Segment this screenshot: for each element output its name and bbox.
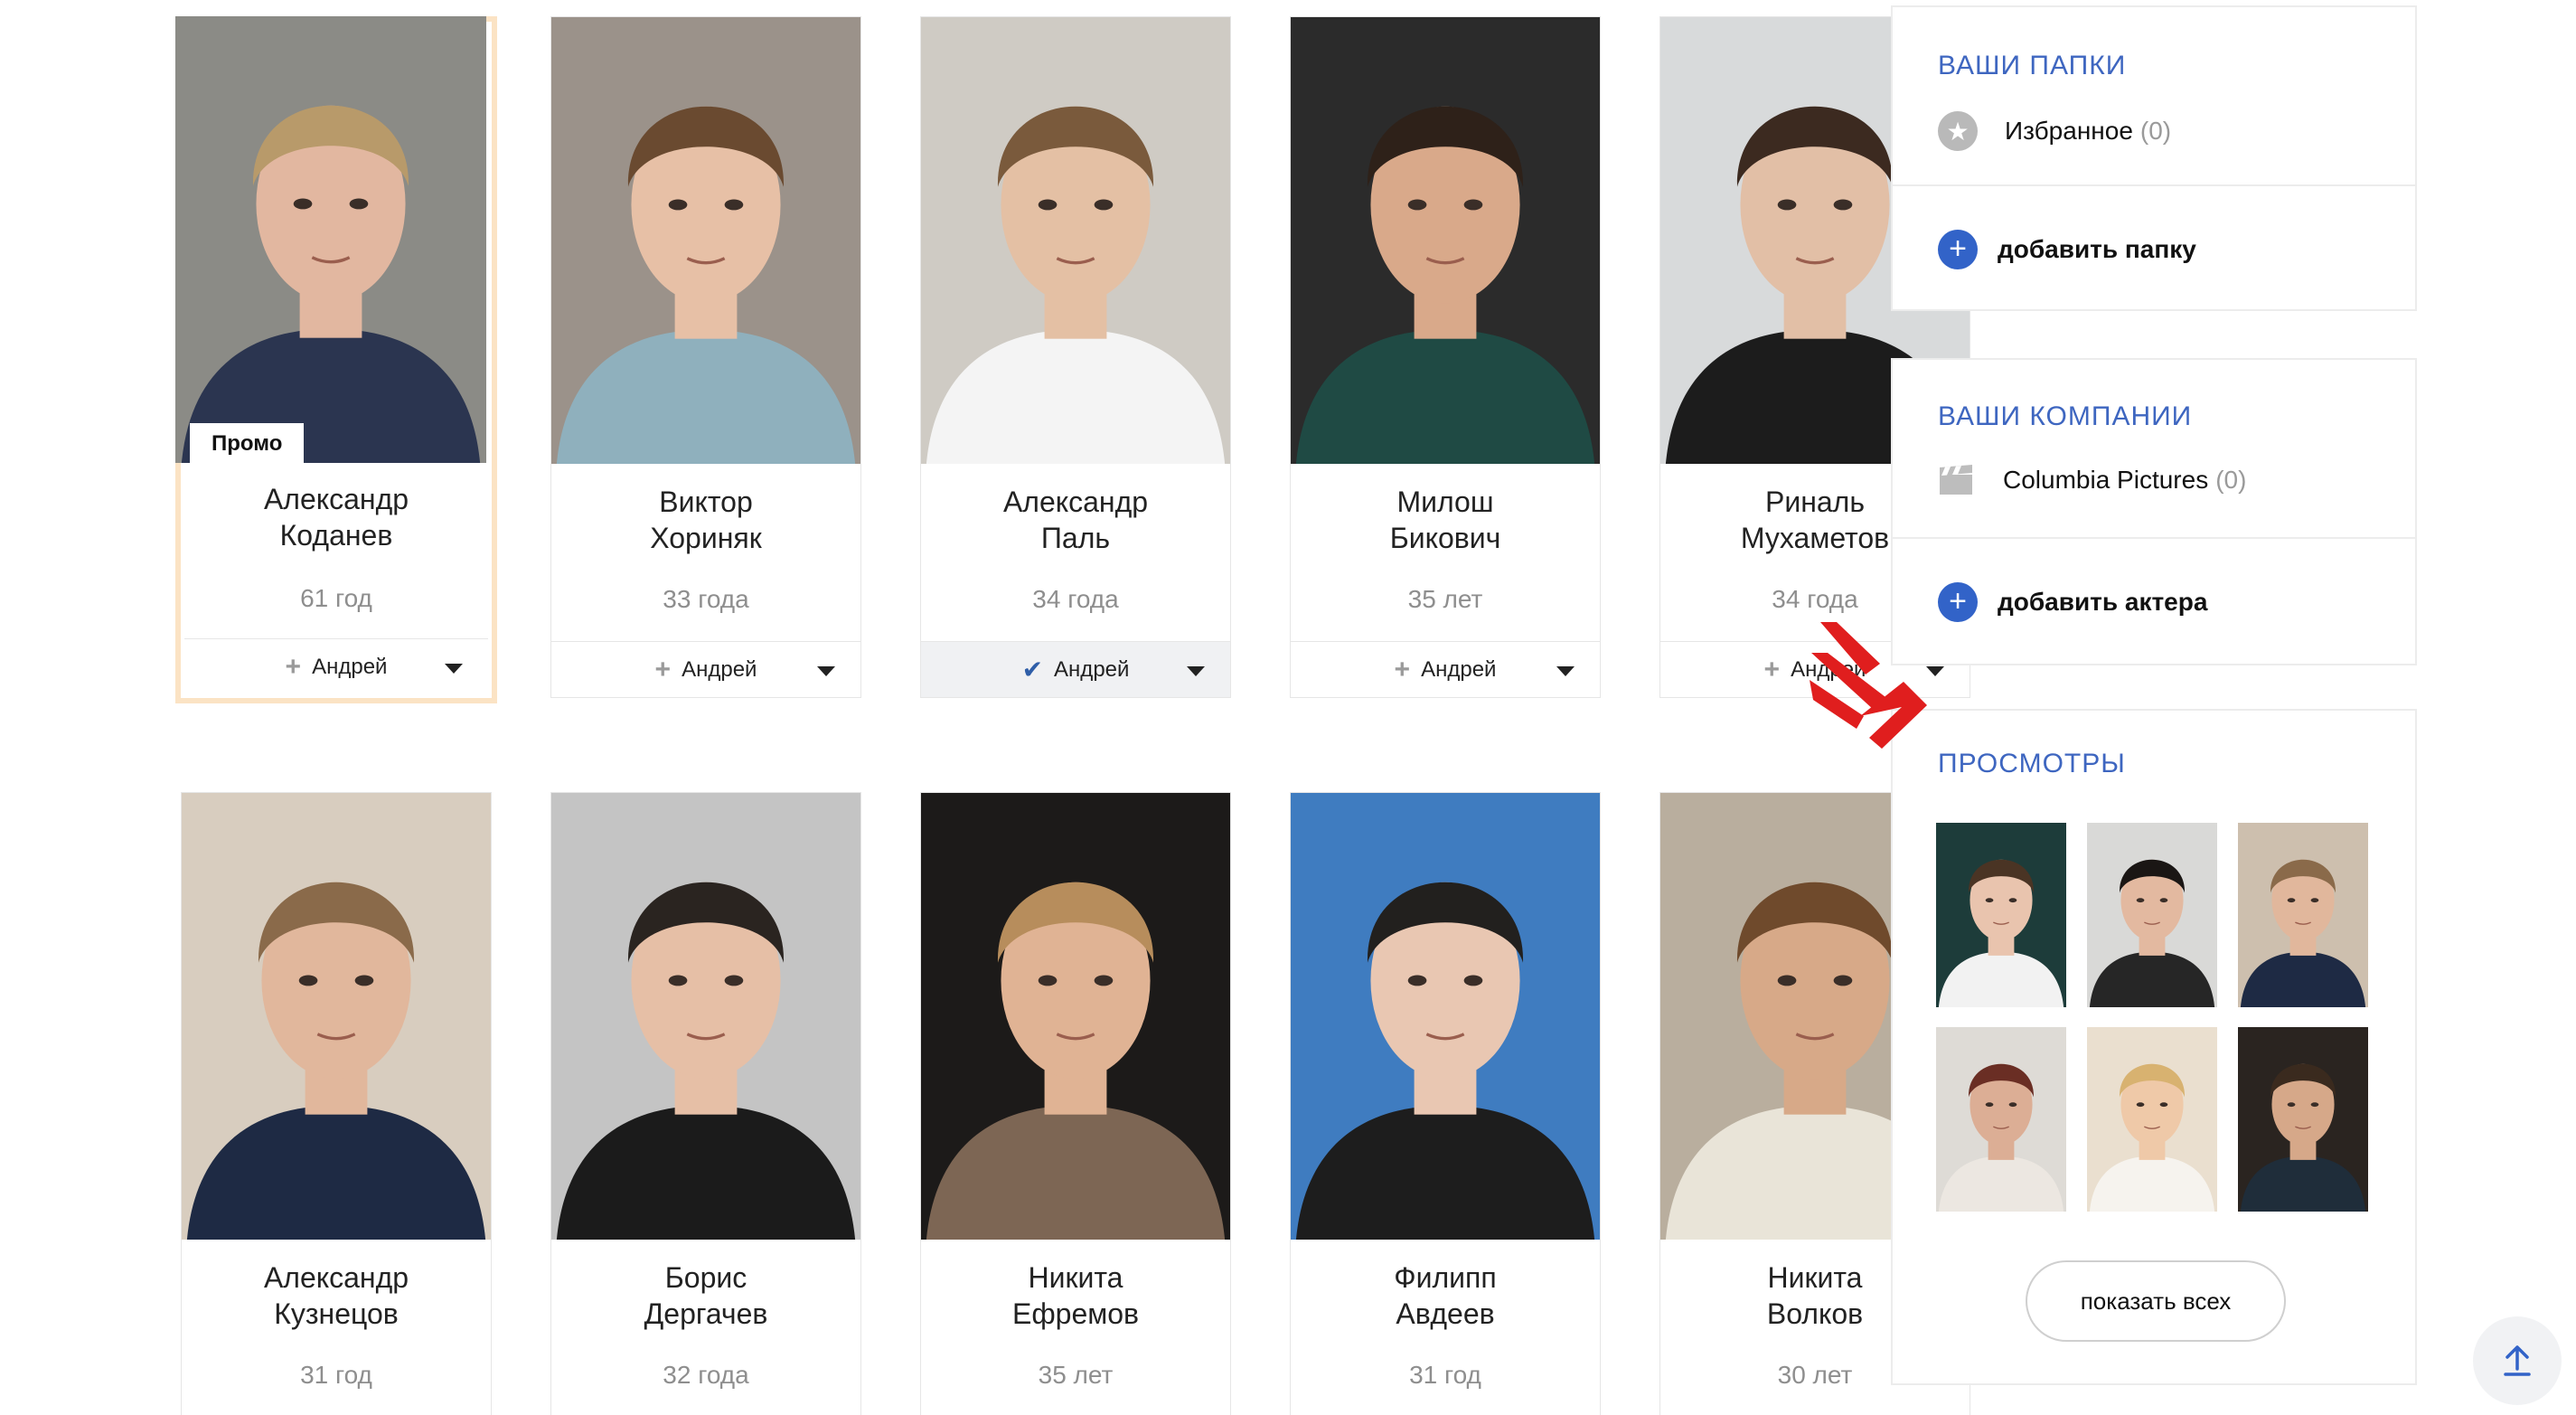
plus-icon: +	[1938, 582, 1978, 622]
viewed-actor-thumbnail[interactable]	[1936, 1027, 2066, 1212]
actor-first-name: Виктор	[659, 486, 753, 518]
favorites-folder[interactable]: ★ Избранное (0)	[1938, 111, 2171, 151]
actor-first-name: Борис	[664, 1261, 747, 1294]
actor-photo[interactable]	[551, 17, 860, 464]
company-label: Columbia Pictures	[2003, 466, 2209, 494]
plus-icon: +	[1938, 230, 1978, 269]
actor-last-name: Бикович	[1389, 522, 1501, 554]
companies-title: ВАШИ КОМПАНИИ	[1938, 401, 2193, 431]
caret-down-icon[interactable]	[1187, 666, 1205, 676]
favorites-count: (0)	[2139, 117, 2172, 145]
add-folder-label: добавить папку	[1998, 235, 2196, 263]
actor-photo[interactable]	[1291, 17, 1600, 464]
agent-assigned-dropdown[interactable]: ✔ Андрей	[921, 641, 1230, 697]
add-actor-button[interactable]: + добавить актера	[1938, 582, 2207, 622]
companies-panel: ВАШИ КОМПАНИИ Columbia Pictures (0) + до…	[1891, 358, 2417, 665]
actor-card[interactable]: Александр Паль 34 года ✔ Андрей	[920, 16, 1231, 698]
add-actor-label: добавить актера	[1998, 588, 2208, 616]
folders-title: ВАШИ ПАПКИ	[1938, 51, 2127, 80]
add-folder-button[interactable]: + добавить папку	[1938, 230, 2196, 269]
actor-card[interactable]: ФилиппАвдеев31 год+Андрей	[1290, 792, 1601, 1415]
actor-age: 32 года	[663, 1361, 749, 1389]
plus-icon: +	[1763, 654, 1781, 684]
actor-card[interactable]: НикитаЕфремов35 лет+Андрей	[920, 792, 1231, 1415]
actor-name[interactable]: Александр Кузнецов	[182, 1259, 491, 1332]
viewed-actor-thumbnail[interactable]	[2238, 823, 2368, 1007]
actor-card[interactable]: Милош Бикович 35 лет + Андрей	[1290, 16, 1601, 698]
divider	[1893, 537, 2415, 539]
actor-age: 35 лет	[1038, 1361, 1114, 1389]
actor-photo[interactable]	[182, 793, 491, 1240]
actor-age: 34 года	[1032, 585, 1119, 613]
caret-down-icon[interactable]	[817, 666, 835, 676]
agent-label: Андрей	[1421, 656, 1497, 682]
actor-name[interactable]: Милош Бикович	[1291, 484, 1600, 556]
check-icon: ✔	[1021, 655, 1044, 684]
add-to-agent-dropdown[interactable]: + Андрей	[1291, 641, 1600, 697]
actor-name[interactable]: Виктор Хориняк	[551, 484, 860, 556]
actor-card[interactable]: Промо Александр Коданев 61 год + Андрей	[175, 16, 497, 703]
scroll-to-top-button[interactable]	[2473, 1316, 2562, 1405]
agent-label: Андрей	[682, 656, 757, 682]
actor-age: 61 год	[300, 584, 372, 612]
actor-name[interactable]: Александр Коданев	[181, 481, 492, 553]
actor-first-name: Александр	[1002, 486, 1149, 518]
actor-age: 31 год	[300, 1361, 372, 1389]
agent-label: Андрей	[1054, 656, 1130, 682]
actor-first-name: Филипп	[1394, 1261, 1497, 1294]
actor-last-name: Кузнецов	[274, 1297, 399, 1330]
clapperboard-icon	[1938, 465, 1974, 495]
actor-last-name: Авдеев	[1396, 1297, 1495, 1330]
actor-age: 35 лет	[1407, 585, 1483, 613]
actor-last-name: Коданев	[279, 519, 393, 552]
actor-age: 33 года	[663, 585, 749, 613]
actor-first-name: Милош	[1396, 486, 1494, 518]
plus-icon: +	[654, 654, 672, 684]
favorites-label: Избранное	[2005, 117, 2133, 145]
show-all-button[interactable]: показать всех	[2026, 1260, 2286, 1342]
arrow-up-icon	[2504, 1345, 2531, 1376]
plus-icon: +	[285, 651, 302, 682]
actor-last-name: Ефремов	[1011, 1297, 1140, 1330]
caret-down-icon[interactable]	[1556, 666, 1575, 676]
actor-photo[interactable]	[175, 16, 486, 463]
actor-photo[interactable]	[551, 793, 860, 1240]
viewed-actor-thumbnail[interactable]	[2087, 1027, 2217, 1212]
actor-first-name: Александр	[263, 483, 409, 515]
add-to-agent-dropdown[interactable]: + Андрей	[184, 638, 488, 694]
folders-panel: ВАШИ ПАПКИ ★ Избранное (0) + добавить па…	[1891, 5, 2417, 311]
actor-photo[interactable]	[921, 17, 1230, 464]
add-to-agent-dropdown[interactable]: + Андрей	[551, 641, 860, 697]
company-item[interactable]: Columbia Pictures (0)	[1938, 465, 2246, 495]
actor-card[interactable]: АлександрКузнецов31 год✔Андрей	[181, 792, 492, 1415]
actor-last-name: Дергачев	[644, 1297, 768, 1330]
actor-name[interactable]: Никита Ефремов	[921, 1259, 1230, 1332]
caret-down-icon[interactable]	[445, 664, 463, 674]
views-title: ПРОСМОТРЫ	[1938, 749, 2126, 778]
red-chevrons-icon	[1810, 622, 1927, 749]
actor-name[interactable]: Александр Паль	[921, 484, 1230, 556]
actor-photo[interactable]	[1291, 793, 1600, 1240]
actor-card[interactable]: Виктор Хориняк 33 года + Андрей	[550, 16, 861, 698]
viewed-actor-thumbnail[interactable]	[2087, 823, 2217, 1007]
actor-age: 31 год	[1409, 1361, 1481, 1389]
actor-first-name: Никита	[1028, 1261, 1123, 1294]
actor-photo[interactable]	[921, 793, 1230, 1240]
actor-name[interactable]: Борис Дергачев	[551, 1259, 860, 1332]
views-panel: ПРОСМОТРЫ показать всех	[1891, 709, 2417, 1385]
promo-badge: Промо	[190, 423, 305, 465]
actor-name[interactable]: Филипп Авдеев	[1291, 1259, 1600, 1332]
actor-card[interactable]: БорисДергачев32 года+Андрей	[550, 792, 861, 1415]
star-icon: ★	[1938, 111, 1978, 151]
viewed-actor-thumbnail[interactable]	[2238, 1027, 2368, 1212]
actor-last-name: Паль	[1040, 522, 1111, 554]
agent-label: Андрей	[312, 654, 388, 679]
divider	[1893, 184, 2415, 186]
actor-last-name: Хориняк	[650, 522, 762, 554]
viewed-actor-thumbnail[interactable]	[1936, 823, 2066, 1007]
actor-first-name: Александр	[263, 1261, 409, 1294]
plus-icon: +	[1394, 654, 1411, 684]
company-count: (0)	[2215, 466, 2247, 494]
